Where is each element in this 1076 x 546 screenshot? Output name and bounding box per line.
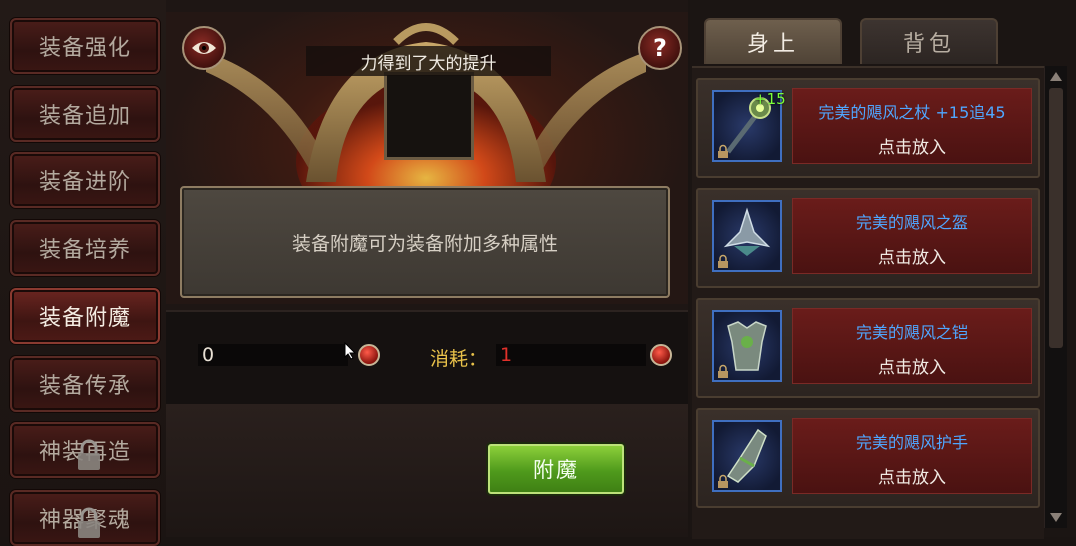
left-menu: 装备强化 装备追加 装备进阶 装备培养 装备附魔 装备传承 神装再造 神器聚魂	[0, 0, 168, 546]
item-icon-slot: +15	[712, 90, 786, 162]
item-info: 完美的飓风之杖 +15追45 点击放入	[792, 88, 1032, 164]
description-box: 装备附魔可为装备附加多种属性	[180, 186, 670, 298]
cost-row: 0 消耗： 1	[166, 310, 688, 406]
lock-icon	[78, 439, 100, 470]
cost-gem-icon[interactable]	[650, 344, 672, 366]
scroll-up-icon[interactable]	[1050, 72, 1062, 81]
equipment-list: +15 完美的飓风之杖 +15追45 点击放入 完美的飓风之盔 点击放入 完美的…	[692, 66, 1044, 539]
item-action: 点击放入	[878, 248, 946, 268]
menu-divine-recast[interactable]: 神装再造	[10, 422, 160, 478]
item-action: 点击放入	[878, 468, 946, 488]
tab-equipped[interactable]: 身上	[704, 18, 842, 64]
list-scrollbar[interactable]	[1044, 66, 1067, 528]
menu-label: 装备培养	[38, 238, 131, 263]
list-item[interactable]: 完美的飓风之盔 点击放入	[696, 188, 1040, 288]
menu-label: 装备追加	[38, 104, 131, 129]
menu-label: 装备传承	[38, 374, 131, 399]
menu-label: 装备进阶	[38, 170, 131, 195]
menu-equip-append[interactable]: 装备追加	[10, 86, 160, 142]
equipment-slot[interactable]	[384, 72, 474, 160]
item-info: 完美的飓风之盔 点击放入	[792, 198, 1032, 274]
inventory-panel: 身上 背包 +15 完美的飓风之杖 +15追45 点击放入 完美的飓风之盔 点击…	[690, 0, 1076, 539]
bound-lock-icon	[718, 144, 728, 158]
cost-value-field: 1	[496, 344, 646, 366]
menu-equip-enchant[interactable]: 装备附魔	[10, 288, 160, 344]
menu-equip-train[interactable]: 装备培养	[10, 220, 160, 276]
preview-button[interactable]	[182, 26, 226, 70]
cursor-icon	[344, 342, 357, 360]
scroll-down-icon[interactable]	[1050, 513, 1062, 522]
menu-label: 装备强化	[38, 36, 131, 61]
item-action: 点击放入	[878, 138, 946, 158]
menu-equip-advance[interactable]: 装备进阶	[10, 152, 160, 208]
list-item[interactable]: 完美的飓风护手 点击放入	[696, 408, 1040, 508]
item-name: 完美的飓风之盔	[855, 213, 968, 232]
enchant-button[interactable]: 附魔	[488, 444, 624, 494]
description-text: 装备附魔可为装备附加多种属性	[291, 232, 558, 255]
material-count-field: 0	[198, 344, 348, 366]
item-action: 点击放入	[878, 358, 946, 378]
tab-bag[interactable]: 背包	[860, 18, 998, 64]
menu-equip-enhance[interactable]: 装备强化	[10, 18, 160, 74]
item-name: 完美的飓风之杖 +15追45	[818, 103, 1006, 122]
eye-icon	[192, 42, 216, 54]
hint-caption: 力得到了大的提升	[306, 46, 551, 76]
item-info: 完美的飓风之铠 点击放入	[792, 308, 1032, 384]
menu-label: 装备附魔	[38, 306, 131, 331]
list-item[interactable]: +15 完美的飓风之杖 +15追45 点击放入	[696, 78, 1040, 178]
scroll-thumb[interactable]	[1049, 88, 1063, 348]
item-icon-slot	[712, 200, 782, 272]
list-item[interactable]: 完美的飓风之铠 点击放入	[696, 298, 1040, 398]
bound-lock-icon	[718, 364, 728, 378]
add-material-gem-icon[interactable]	[358, 344, 380, 366]
lock-icon	[78, 507, 100, 538]
menu-artifact-soul[interactable]: 神器聚魂	[10, 490, 160, 546]
help-button[interactable]: ?	[638, 26, 682, 70]
menu-equip-inherit[interactable]: 装备传承	[10, 356, 160, 412]
enchant-artwork: 力得到了大的提升 ? 装备附魔可为装备附加多种属性	[166, 12, 688, 304]
action-area: 附魔	[166, 404, 688, 537]
enchant-panel: 力得到了大的提升 ? 装备附魔可为装备附加多种属性 0 消耗： 1 附魔	[166, 0, 688, 537]
question-icon: ?	[653, 34, 667, 62]
cost-label: 消耗：	[430, 348, 488, 370]
item-name: 完美的飓风之铠	[855, 323, 968, 342]
item-icon-slot	[712, 420, 782, 492]
bound-lock-icon	[718, 254, 728, 268]
bound-lock-icon	[718, 474, 728, 488]
enhance-level-badge: +15	[754, 90, 786, 108]
item-info: 完美的飓风护手 点击放入	[792, 418, 1032, 494]
item-icon-slot	[712, 310, 782, 382]
item-name: 完美的飓风护手	[855, 433, 968, 452]
